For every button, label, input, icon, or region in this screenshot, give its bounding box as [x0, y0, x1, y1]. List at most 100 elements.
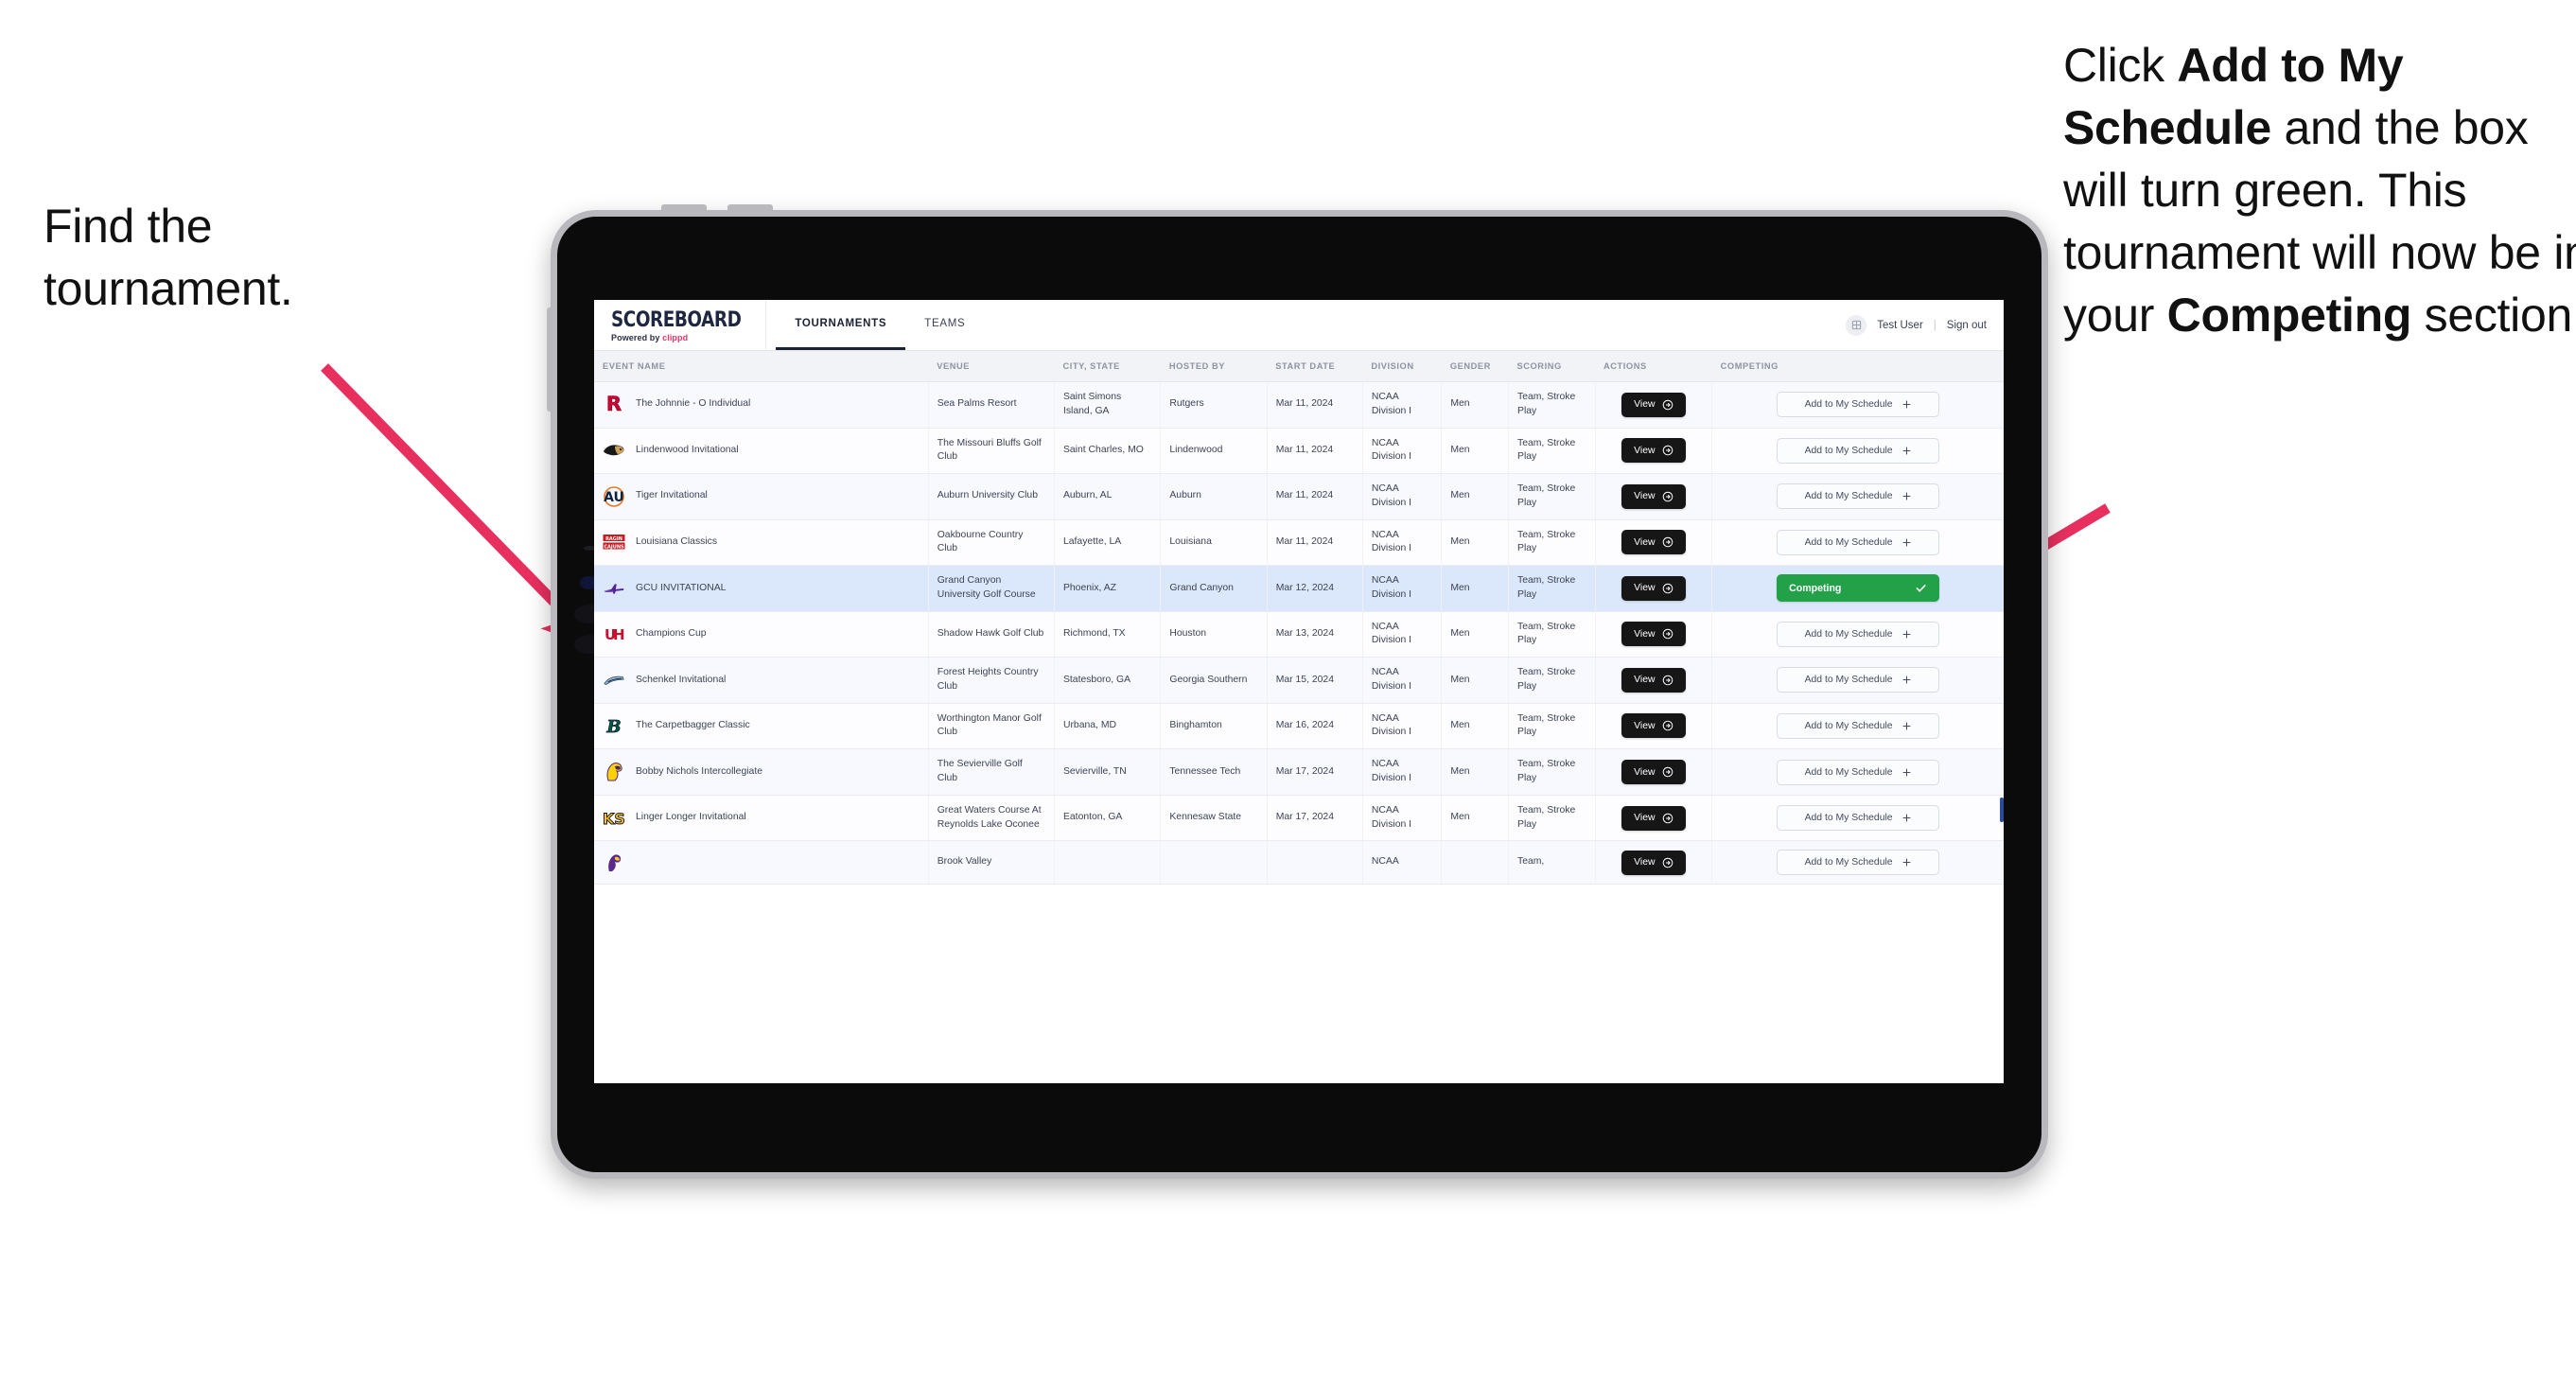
tab-teams[interactable]: TEAMS: [905, 300, 984, 350]
col-city-state[interactable]: CITY, STATE: [1054, 351, 1161, 382]
table-body: R The Johnnie - O Individual Sea Palms Res…: [594, 381, 2004, 886]
cell-division: NCAA: [1362, 840, 1443, 886]
brand-logo[interactable]: SCOREBOARD Powered by clippd: [594, 300, 767, 350]
svg-text:B: B: [605, 717, 621, 736]
louisiana-logo: RAGIN CAJUNS: [603, 531, 625, 553]
view-button[interactable]: View: [1621, 805, 1686, 831]
cell-venue: The Sevierville Golf Club: [928, 748, 1055, 796]
cell-competing: Competing: [1711, 565, 2004, 612]
add-to-my-schedule-button[interactable]: Add to My Schedule: [1777, 759, 1940, 785]
add-to-my-schedule-button[interactable]: Add to My Schedule: [1777, 392, 1940, 418]
cell-start-date: Mar 11, 2024: [1267, 519, 1363, 567]
cell-scoring: Team, Stroke Play: [1508, 657, 1596, 704]
add-to-my-schedule-button[interactable]: Add to My Schedule: [1777, 483, 1940, 510]
col-scoring[interactable]: SCORING: [1508, 351, 1596, 382]
scroll-indicator[interactable]: [2000, 798, 2004, 822]
plus-icon: [1902, 400, 1911, 409]
competing-button[interactable]: Competing: [1777, 574, 1940, 603]
add-to-my-schedule-button[interactable]: Add to My Schedule: [1777, 437, 1940, 464]
sign-out-link[interactable]: Sign out: [1947, 320, 1987, 331]
add-to-schedule-label: Add to My Schedule: [1804, 491, 1893, 502]
add-to-my-schedule-button[interactable]: Add to My Schedule: [1777, 667, 1940, 693]
table-row[interactable]: Brook Valley NCAA Team, View Add to My Sched…: [594, 840, 2004, 886]
cell-competing: Add to My Schedule: [1711, 748, 2004, 796]
view-button[interactable]: View: [1621, 760, 1686, 785]
add-to-my-schedule-button[interactable]: Add to My Schedule: [1777, 529, 1940, 555]
cell-city-state: Lafayette, LA: [1054, 519, 1162, 567]
table-row[interactable]: U H Champions Cup Shadow Hawk Golf Club Rich…: [594, 611, 2004, 658]
table-row[interactable]: AU Tiger Invitational Auburn University Cl…: [594, 473, 2004, 520]
view-button[interactable]: View: [1621, 575, 1686, 601]
cell-scoring: Team, Stroke Play: [1508, 473, 1596, 520]
annotation-find-tournament: Find the tournament.: [44, 195, 450, 320]
add-to-my-schedule-button[interactable]: Add to My Schedule: [1777, 712, 1940, 739]
tablet-device-frame: SCOREBOARD Powered by clippd TOURNAMENTS…: [547, 204, 2048, 1179]
view-button-label: View: [1634, 445, 1656, 456]
arrow-right-circle-icon: [1662, 766, 1673, 778]
account-separator: |: [1933, 319, 1936, 331]
view-button[interactable]: View: [1621, 483, 1686, 509]
cell-city-state: Eatonton, GA: [1054, 795, 1162, 842]
col-venue[interactable]: VENUE: [928, 351, 1055, 382]
table-row[interactable]: R The Johnnie - O Individual Sea Palms Res…: [594, 381, 2004, 429]
event-name-label: The Carpetbagger Classic: [636, 720, 750, 731]
add-to-my-schedule-button[interactable]: Add to My Schedule: [1777, 805, 1940, 832]
add-to-schedule-label: Add to My Schedule: [1804, 445, 1893, 456]
add-to-schedule-label: Add to My Schedule: [1804, 857, 1893, 868]
add-to-schedule-label: Add to My Schedule: [1804, 536, 1893, 548]
volume-down-button[interactable]: [727, 204, 773, 213]
arrow-right-circle-icon: [1662, 446, 1673, 456]
table-row[interactable]: RAGIN CAJUNS Louisiana Classics Oakbourne C…: [594, 519, 2004, 567]
cell-hosted-by: Binghamton: [1160, 703, 1268, 750]
check-icon: [1916, 585, 1926, 592]
table-row[interactable]: GCU INVITATIONAL Grand Canyon University …: [594, 565, 2004, 612]
cell-hosted-by: Auburn: [1160, 473, 1268, 520]
user-avatar-icon[interactable]: [1846, 314, 1867, 336]
cell-division: NCAA Division I: [1362, 657, 1443, 704]
binghamton-logo: B: [603, 714, 625, 737]
event-name-label: Lindenwood Invitational: [636, 444, 739, 455]
view-button[interactable]: View: [1621, 392, 1686, 417]
col-gender[interactable]: GENDER: [1441, 351, 1509, 382]
view-button[interactable]: View: [1621, 438, 1686, 464]
lindenwood-logo: [603, 439, 625, 462]
table-row[interactable]: Bobby Nichols Intercollegiate The Sevierv…: [594, 748, 2004, 796]
cell-event-name: U H Champions Cup: [594, 611, 929, 658]
table-row[interactable]: Schenkel Invitational Forest Heights Coun…: [594, 657, 2004, 704]
cell-scoring: Team,: [1508, 840, 1596, 886]
cell-event-name: Schenkel Invitational: [594, 657, 929, 704]
volume-up-button[interactable]: [661, 204, 707, 213]
view-button[interactable]: View: [1621, 713, 1686, 739]
tab-tournaments[interactable]: TOURNAMENTS: [776, 300, 906, 350]
page-root: Find the tournament. Click Add to My Sch…: [0, 0, 2576, 1386]
cell-competing: Add to My Schedule: [1711, 611, 2004, 658]
view-button[interactable]: View: [1621, 622, 1686, 647]
cell-start-date: Mar 11, 2024: [1267, 381, 1363, 429]
view-button-label: View: [1634, 766, 1656, 778]
table-row[interactable]: B The Carpetbagger Classic Worthington Man…: [594, 703, 2004, 750]
add-to-my-schedule-button[interactable]: Add to My Schedule: [1777, 850, 1940, 876]
power-button[interactable]: [547, 307, 554, 412]
col-event-name[interactable]: EVENT NAME: [594, 351, 929, 382]
table-row[interactable]: KS Linger Longer Invitational Great Waters…: [594, 795, 2004, 842]
view-button[interactable]: View: [1621, 530, 1686, 555]
cell-actions: View: [1595, 840, 1713, 886]
col-start-date[interactable]: START DATE: [1267, 351, 1363, 382]
view-button[interactable]: View: [1621, 850, 1686, 875]
powered-brand: clippd: [662, 333, 689, 342]
table-row[interactable]: Lindenwood Invitational The Missouri Bluf…: [594, 428, 2004, 475]
add-to-my-schedule-button[interactable]: Add to My Schedule: [1777, 621, 1940, 647]
plus-icon: [1902, 630, 1911, 639]
cell-gender: Men: [1441, 519, 1510, 567]
cell-event-name: R The Johnnie - O Individual: [594, 381, 929, 429]
cell-venue: Oakbourne Country Club: [928, 519, 1055, 567]
app-screen: SCOREBOARD Powered by clippd TOURNAMENTS…: [594, 300, 2004, 1083]
col-hosted-by[interactable]: HOSTED BY: [1160, 351, 1268, 382]
view-button[interactable]: View: [1621, 667, 1686, 693]
col-division[interactable]: DIVISION: [1362, 351, 1442, 382]
plus-icon: [1902, 814, 1911, 822]
cell-competing: Add to My Schedule: [1711, 428, 2004, 475]
cell-city-state: Richmond, TX: [1054, 611, 1162, 658]
cell-event-name: [594, 840, 929, 886]
cell-gender: Men: [1441, 473, 1510, 520]
